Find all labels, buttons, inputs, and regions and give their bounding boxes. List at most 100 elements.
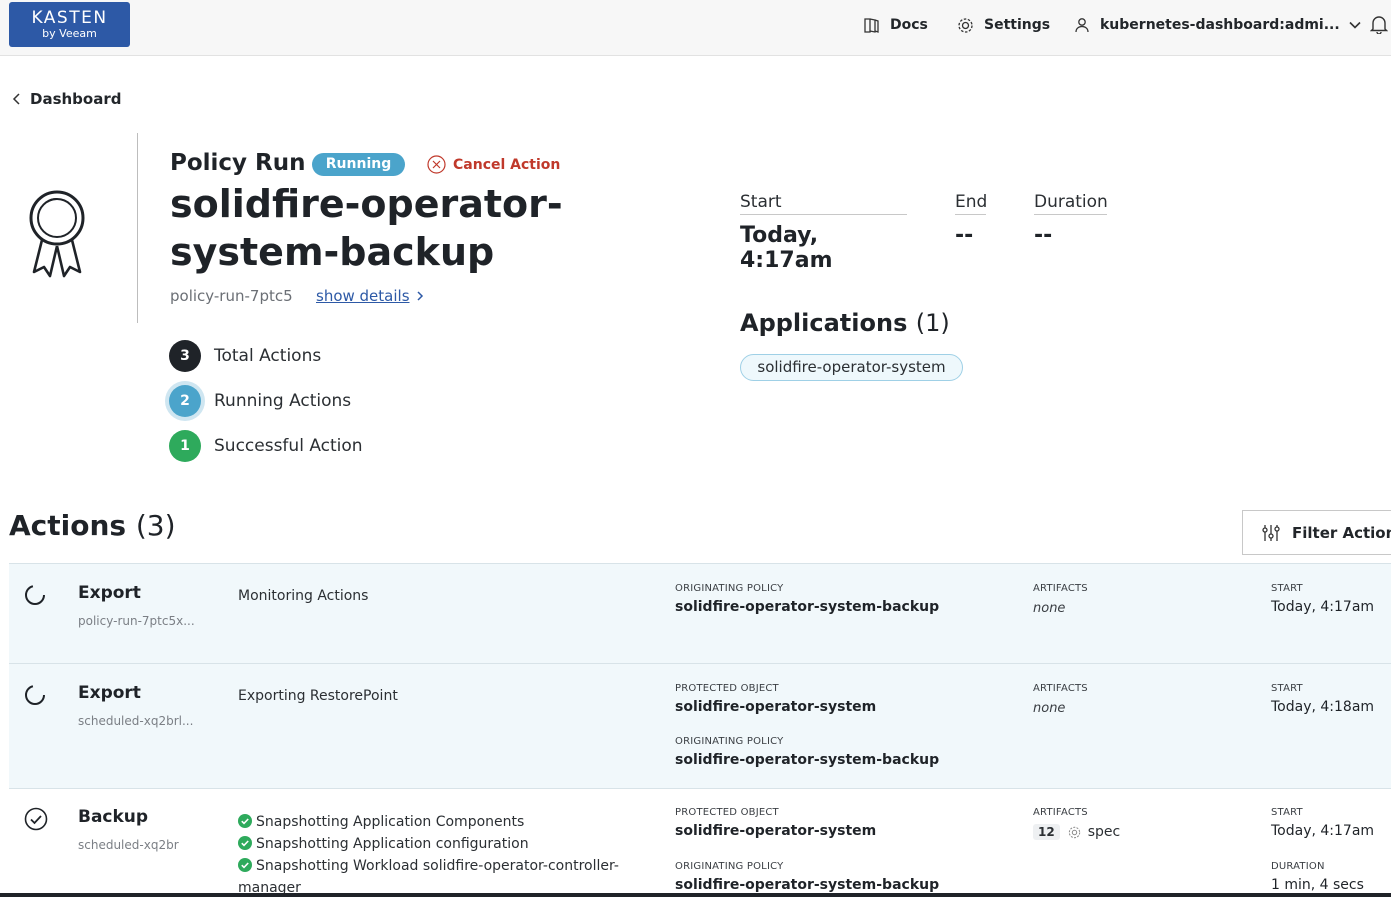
count-running-value: 2 [169, 385, 201, 417]
originating-policy-value: solidfire-operator-system-backup [675, 752, 940, 768]
artifacts-label: ARTIFACTS [1033, 807, 1088, 818]
action-duration: DURATION 1 min, 4 secs [1271, 861, 1364, 893]
protected-object-label: PROTECTED OBJECT [675, 683, 779, 694]
artifacts-label: ARTIFACTS [1033, 583, 1088, 594]
docs-link[interactable]: Docs [863, 15, 928, 35]
count-successful-label: Successful Action [214, 436, 363, 456]
settings-link[interactable]: Settings [957, 15, 1050, 35]
protected-object-label: PROTECTED OBJECT [675, 807, 779, 818]
protected-object-value: solidfire-operator-system [675, 699, 877, 715]
show-details-link[interactable]: show details [316, 287, 424, 305]
check-circle-icon [238, 836, 252, 850]
actions-heading-label: Actions [9, 509, 127, 542]
filter-actions-label: Filter Actions [1292, 523, 1391, 542]
artifacts-spec[interactable]: 12 spec [1033, 824, 1120, 840]
action-row[interactable]: Export policy-run-7ptc5x... Monitoring A… [9, 563, 1391, 663]
book-icon [864, 17, 879, 33]
kasten-logo[interactable]: KASTEN by Veeam [9, 2, 130, 47]
originating-policy: ORIGINATING POLICY solidfire-operator-sy… [675, 861, 939, 893]
application-chip[interactable]: solidfire-operator-system [740, 354, 963, 381]
page-title: solidfire-operator- system-backup [170, 180, 640, 276]
action-id: policy-run-7ptc5x... [78, 614, 195, 628]
count-running-label: Running Actions [214, 391, 352, 411]
start-time-label: Start [740, 192, 907, 215]
spinner-icon [25, 685, 45, 705]
bottom-edge [0, 893, 1391, 897]
filter-actions-button[interactable]: Filter Actions [1242, 510, 1391, 555]
originating-policy-value: solidfire-operator-system-backup [675, 877, 940, 893]
action-name: Export [78, 583, 141, 603]
sliders-icon [1262, 524, 1280, 541]
action-start: START Today, 4:18am [1271, 683, 1374, 715]
start-time: Start Today, 4:17am [740, 192, 907, 273]
chevron-right-icon [416, 291, 423, 301]
page-title-line1: solidfire-operator- [170, 182, 563, 226]
award-ribbon-icon [29, 190, 85, 278]
action-id: scheduled-xq2brl... [78, 714, 194, 728]
applications-heading-label: Applications [740, 309, 908, 337]
action-step: Snapshotting Application Components [238, 811, 623, 833]
breadcrumb-label: Dashboard [30, 90, 122, 108]
back-to-dashboard-link[interactable]: Dashboard [12, 90, 121, 108]
applications-heading: Applications (1) [740, 309, 950, 337]
settings-label: Settings [984, 17, 1051, 33]
count-total-value: 3 [169, 340, 201, 372]
artifacts-kind: spec [1087, 824, 1121, 840]
originating-policy: ORIGINATING POLICY solidfire-operator-sy… [675, 583, 939, 615]
cancel-action-label: Cancel Action [453, 156, 561, 173]
action-id: scheduled-xq2br [78, 838, 179, 852]
show-details-label: show details [316, 287, 410, 305]
originating-policy-value: solidfire-operator-system-backup [675, 599, 940, 615]
originating-policy-label: ORIGINATING POLICY [675, 861, 784, 872]
action-description: Monitoring Actions [238, 588, 369, 604]
action-start-label: START [1271, 807, 1303, 818]
policy-run-label: Policy Run [170, 150, 306, 176]
artifacts: ARTIFACTS none [1033, 683, 1088, 716]
action-step: Snapshotting Workload solidfire-operator… [238, 855, 623, 897]
check-circle-icon [238, 858, 252, 872]
cancel-action-button[interactable]: Cancel Action [427, 155, 560, 174]
top-bar: KASTEN by Veeam Docs Settings kubernetes… [0, 0, 1391, 56]
cancel-x-icon [427, 155, 446, 174]
action-name: Backup [78, 807, 149, 827]
user-menu[interactable]: kubernetes-dashboard:admi... [1074, 15, 1362, 35]
end-time-value: -- [955, 223, 974, 248]
action-row[interactable]: Backup scheduled-xq2br Snapshotting Appl… [9, 788, 1391, 897]
actions-count: (3) [135, 509, 176, 542]
action-row[interactable]: Export scheduled-xq2brl... Exporting Res… [9, 663, 1391, 788]
originating-policy-label: ORIGINATING POLICY [675, 583, 784, 594]
duration-value: -- [1034, 223, 1053, 248]
artifacts-label: ARTIFACTS [1033, 683, 1088, 694]
action-start-value: Today, 4:17am [1271, 599, 1375, 615]
action-step-label: Snapshotting Workload solidfire-operator… [238, 858, 619, 896]
logo-subtitle: by Veeam [42, 27, 97, 40]
action-start: START Today, 4:17am [1271, 583, 1374, 615]
check-circle-icon [238, 814, 252, 828]
action-duration-label: DURATION [1271, 861, 1325, 872]
start-time-value: Today, 4:17am [740, 223, 833, 273]
count-running: 2 Running Actions [169, 385, 351, 417]
logo-title: KASTEN [31, 8, 108, 28]
action-step-label: Snapshotting Application configuration [256, 836, 529, 852]
action-start-value: Today, 4:18am [1271, 699, 1375, 715]
end-time-label: End [955, 192, 987, 215]
actions-heading: Actions (3) [9, 509, 176, 542]
artifacts-value: none [1033, 701, 1066, 716]
divider [137, 133, 138, 323]
action-start-value: Today, 4:17am [1271, 823, 1375, 839]
originating-policy: ORIGINATING POLICY solidfire-operator-sy… [675, 736, 939, 768]
count-total-label: Total Actions [214, 346, 322, 366]
protected-object: PROTECTED OBJECT solidfire-operator-syst… [675, 683, 876, 715]
artifacts-value: none [1033, 601, 1066, 616]
page-title-line2: system-backup [170, 230, 495, 274]
status-badge: Running [312, 153, 405, 176]
bell-icon[interactable] [1370, 14, 1388, 34]
applications-count: (1) [915, 309, 950, 337]
artifacts: ARTIFACTS 12 spec [1033, 807, 1120, 840]
chevron-left-icon [12, 93, 20, 105]
spinner-icon [25, 585, 45, 605]
artifacts: ARTIFACTS none [1033, 583, 1088, 616]
duration-label: Duration [1034, 192, 1108, 215]
check-circle-icon [24, 807, 48, 831]
action-start: START Today, 4:17am [1271, 807, 1374, 839]
